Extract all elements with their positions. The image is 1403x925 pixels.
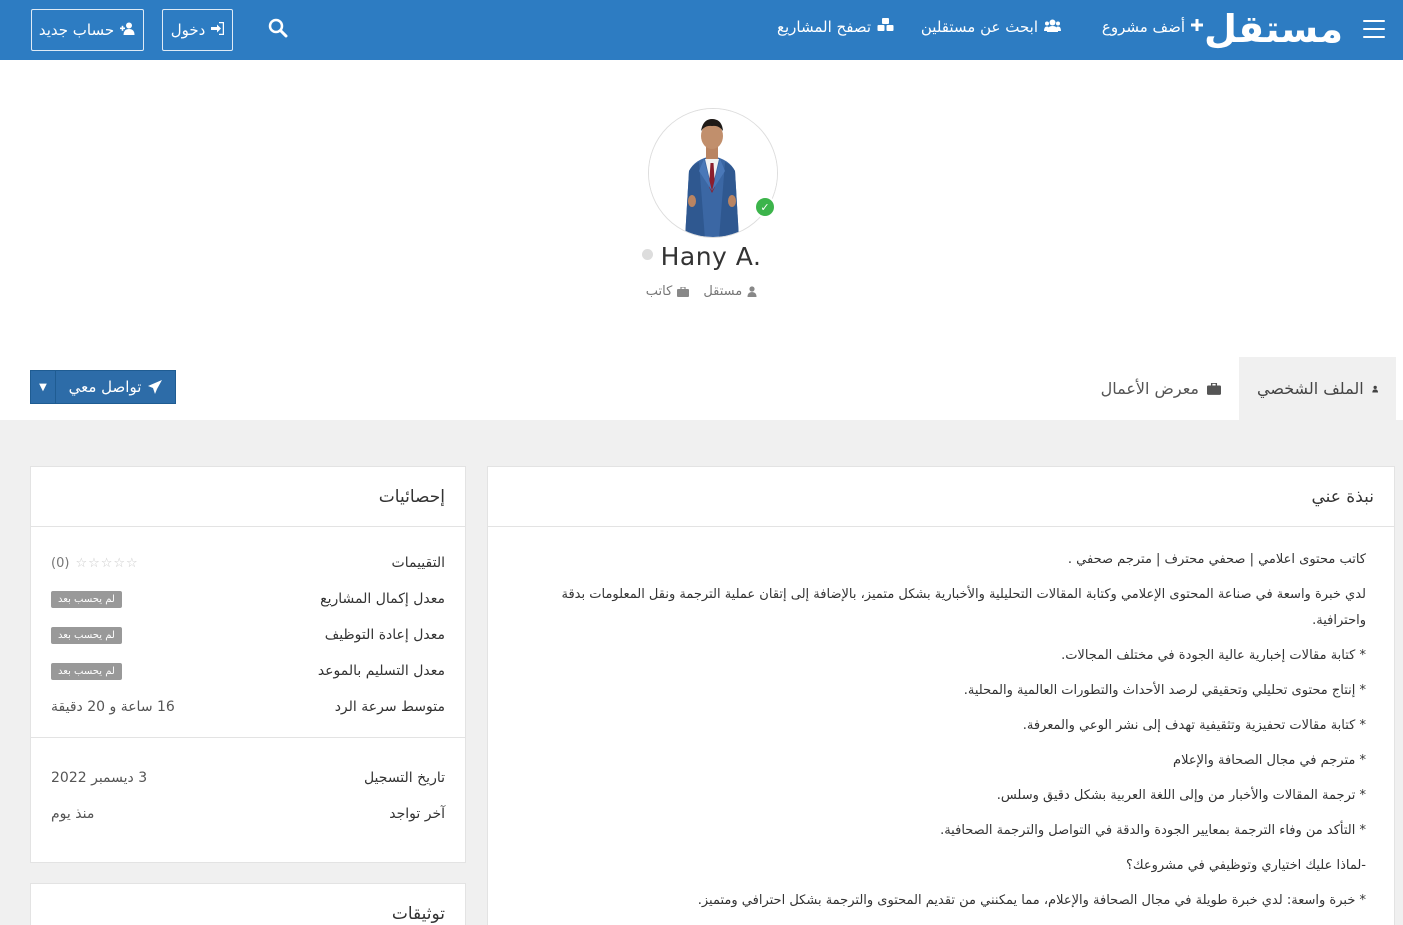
tab-portfolio[interactable]: معرض الأعمال (1083, 357, 1239, 420)
stat-label: آخر تواجد (389, 806, 445, 822)
contact-me-button[interactable]: تواصل معي ▼ (30, 370, 176, 404)
stat-label: معدل التسليم بالموعد (317, 663, 445, 679)
profile-header: ✓ Hany A. مستقل كاتب الملف الشخصي معرض ا… (0, 60, 1403, 420)
login-button[interactable]: دخول (162, 9, 233, 51)
add-project-label: أضف مشروع (1101, 18, 1185, 36)
find-freelancers-label: ابحث عن مستقلين (920, 18, 1038, 36)
contact-label: تواصل معي (68, 378, 142, 396)
profile-name: Hany A. (660, 242, 762, 271)
add-project-link[interactable]: أضف مشروع (1102, 18, 1203, 36)
about-card: نبذة عني كاتب محتوى اعلامي | صحفي محترف … (487, 466, 1395, 925)
presence-dot-icon (641, 249, 653, 260)
about-paragraph: * مترجم في مجال الصحافة والإعلام (1173, 753, 1366, 768)
tab-portfolio-label: معرض الأعمال (1100, 379, 1199, 398)
menu-icon[interactable] (1363, 20, 1385, 38)
briefcase-icon (677, 286, 690, 297)
verifications-heading: توثيقات (31, 884, 465, 925)
stat-row-completion: معدل إكمال المشاريع لم يحسب بعد (51, 581, 445, 617)
profile-title-label: كاتب (645, 284, 673, 299)
status-badge: لم يحسب بعد (51, 590, 122, 608)
stat-row-rehire: معدل إعادة التوظيف لم يحسب بعد (51, 617, 445, 653)
stat-value: ☆☆☆☆☆ (0) (51, 556, 139, 571)
stat-label: تاريخ التسجيل (363, 770, 445, 786)
stat-value: منذ يوم (51, 806, 95, 822)
status-badge: لم يحسب بعد (51, 662, 122, 680)
star-rating-icon: ☆☆☆☆☆ (75, 555, 139, 571)
profile-meta: مستقل كاتب (0, 284, 1403, 299)
browse-projects-label: تصفح المشاريع (777, 18, 871, 36)
stat-label: التقييمات (391, 555, 445, 571)
about-paragraph: كاتب محتوى اعلامي | صحفي محترف | مترجم ص… (1067, 552, 1366, 567)
stat-row-response: متوسط سرعة الرد 16 ساعة و 20 دقيقة (51, 689, 445, 725)
stat-row-ratings: التقييمات ☆☆☆☆☆ (0) (51, 545, 445, 581)
stats-metrics: التقييمات ☆☆☆☆☆ (0) معدل إكمال المشاريع … (31, 527, 465, 737)
profile-name-row: Hany A. (0, 242, 1403, 271)
about-body: كاتب محتوى اعلامي | صحفي محترف | مترجم ص… (488, 527, 1394, 914)
register-button[interactable]: حساب جديد (31, 9, 144, 51)
profile-role-label: مستقل (703, 284, 743, 299)
search-icon[interactable] (266, 18, 288, 40)
verified-badge-icon: ✓ (754, 196, 776, 218)
verifications-card: توثيقات (30, 883, 466, 925)
briefcase-icon (1207, 382, 1221, 395)
register-label: حساب جديد (38, 21, 115, 39)
stat-label: متوسط سرعة الرد (334, 699, 445, 715)
about-paragraph: * خبرة واسعة: لدي خبرة طويلة في مجال الص… (697, 893, 1366, 908)
stat-row-registered: تاريخ التسجيل 3 ديسمبر 2022 (51, 760, 445, 796)
stats-dates: تاريخ التسجيل 3 ديسمبر 2022 آخر تواجد من… (31, 737, 465, 844)
about-paragraph: * كتابة مقالات إخبارية عالية الجودة في م… (1061, 648, 1366, 663)
stat-label: معدل إعادة التوظيف (324, 627, 445, 643)
stat-row-ontime: معدل التسليم بالموعد لم يحسب بعد (51, 653, 445, 689)
find-freelancers-link[interactable]: ابحث عن مستقلين (921, 18, 1061, 36)
contact-main[interactable]: تواصل معي (56, 371, 175, 403)
about-paragraph: -لماذا عليك اختياري وتوظيفي في مشروعك؟ (1125, 858, 1366, 873)
user-icon (747, 286, 757, 297)
plus-icon (1191, 19, 1203, 35)
browse-projects-link[interactable]: تصفح المشاريع (777, 18, 894, 36)
login-label: دخول (170, 21, 206, 39)
stats-card: إحصائيات التقييمات ☆☆☆☆☆ (0) معدل إكمال … (30, 466, 466, 863)
about-paragraph: لدي خبرة واسعة في صناعة المحتوى الإعلامي… (561, 587, 1367, 628)
avatar[interactable] (648, 108, 778, 238)
profile-title: كاتب (646, 284, 690, 299)
profile-role: مستقل (703, 284, 757, 299)
cubes-icon (877, 18, 894, 36)
tab-profile-label: الملف الشخصي (1257, 379, 1364, 398)
top-navbar: مستقل أضف مشروع ابحث عن مستقلين تصفح الم… (0, 0, 1403, 60)
caret-down-icon[interactable]: ▼ (31, 371, 56, 403)
users-icon (1044, 19, 1061, 36)
user-plus-icon (120, 21, 136, 39)
about-paragraph: * التأكد من وفاء الترجمة بمعايير الجودة … (940, 823, 1366, 838)
site-logo[interactable]: مستقل (1204, 6, 1344, 52)
avatar-container: ✓ (648, 108, 778, 238)
tab-profile[interactable]: الملف الشخصي (1239, 357, 1396, 420)
about-heading: نبذة عني (488, 467, 1394, 527)
stat-value: 16 ساعة و 20 دقيقة (51, 699, 175, 715)
paper-plane-icon (148, 380, 163, 394)
stat-row-last-seen: آخر تواجد منذ يوم (51, 796, 445, 832)
ratings-count: (0) (51, 555, 70, 571)
about-paragraph: * إنتاج محتوى تحليلي وتحقيقي لرصد الأحدا… (963, 683, 1366, 698)
about-paragraph: * كتابة مقالات تحفيزية وتثقيفية تهدف إلى… (1022, 718, 1366, 733)
sign-in-icon (211, 21, 225, 39)
stats-heading: إحصائيات (31, 467, 465, 527)
about-paragraph: * ترجمة المقالات والأخبار من وإلى اللغة … (996, 788, 1366, 803)
status-badge: لم يحسب بعد (51, 626, 122, 644)
stat-label: معدل إكمال المشاريع (320, 591, 445, 607)
stat-value: 3 ديسمبر 2022 (51, 770, 148, 786)
user-icon (1371, 385, 1378, 392)
